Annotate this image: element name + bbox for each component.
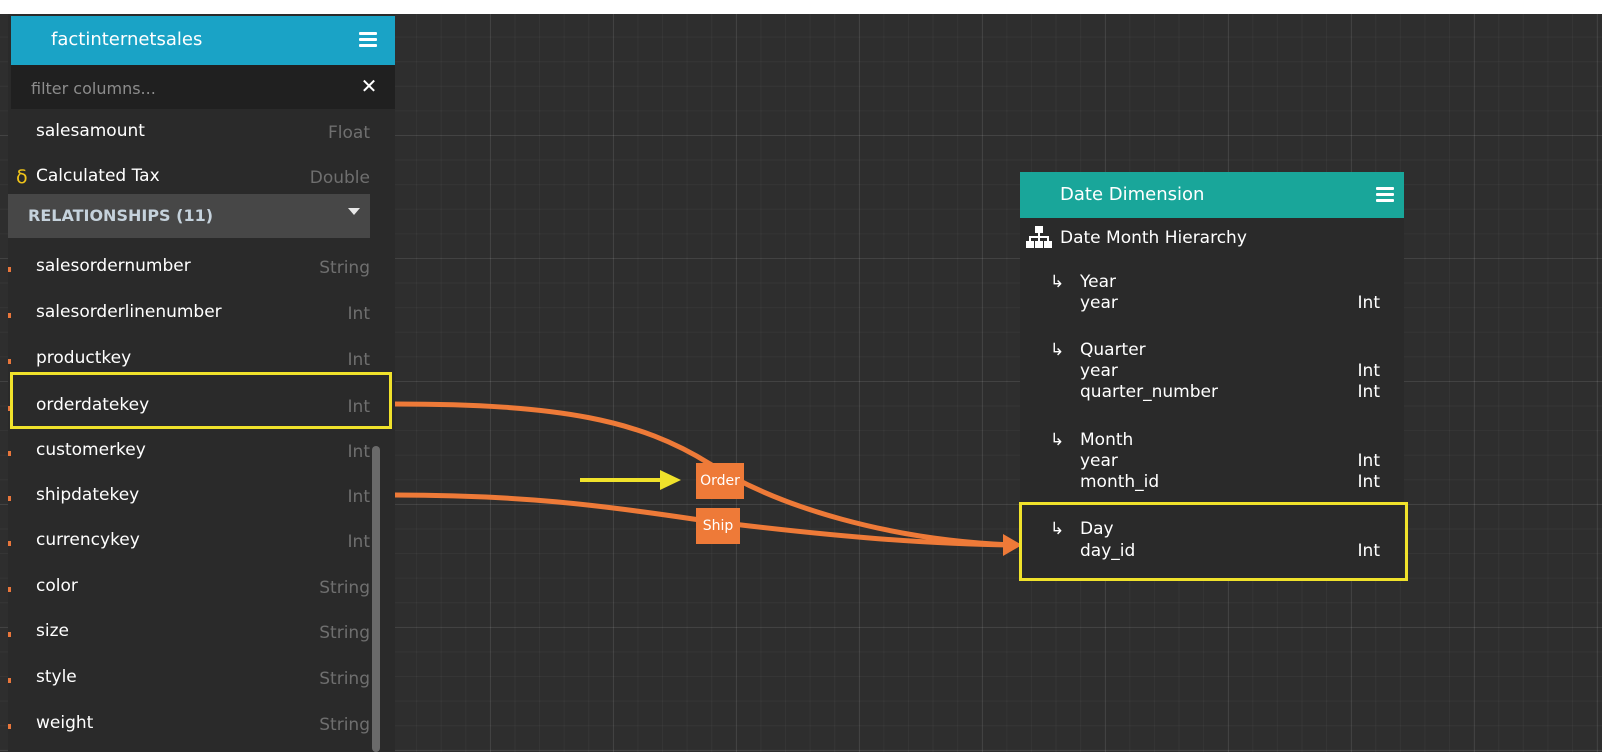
- attribute-name: year: [1080, 293, 1118, 313]
- relationship-type: String: [319, 669, 370, 689]
- column-type: Float: [328, 123, 370, 143]
- relationship-type: String: [319, 258, 370, 278]
- column-row[interactable]: salesamount Float: [8, 111, 370, 155]
- date-dimension-header[interactable]: Date Dimension: [1020, 172, 1404, 218]
- link-port[interactable]: [8, 724, 11, 729]
- ship-link-label[interactable]: Ship: [696, 508, 740, 544]
- relationship-type: String: [319, 578, 370, 598]
- hamburger-menu-icon[interactable]: [359, 32, 377, 48]
- filter-bar: ✕: [11, 65, 395, 109]
- hierarchy-icon: [1026, 226, 1052, 248]
- close-icon[interactable]: ✕: [357, 73, 381, 99]
- relationship-row[interactable]: color String: [8, 566, 370, 610]
- attribute-name: quarter_number: [1080, 382, 1218, 402]
- link-port[interactable]: [8, 267, 11, 272]
- relationship-row[interactable]: productkey Int: [8, 338, 370, 382]
- attribute-name: month_id: [1080, 472, 1160, 492]
- link-port[interactable]: [8, 632, 11, 637]
- relationship-type: String: [319, 623, 370, 643]
- relationship-type: Int: [347, 397, 370, 417]
- relationship-row[interactable]: currencykey Int: [8, 520, 370, 564]
- date-dimension-panel: Date Dimension Date Month Hierarchy ↳ Ye…: [1020, 172, 1404, 580]
- filter-columns-input[interactable]: [29, 73, 343, 103]
- relationship-name: salesorderlinenumber: [36, 302, 222, 322]
- relationship-row-shipdatekey[interactable]: shipdatekey Int: [8, 475, 370, 519]
- hierarchy-name: Date Month Hierarchy: [1060, 228, 1247, 248]
- link-port[interactable]: [8, 359, 11, 364]
- relationship-row[interactable]: customerkey Int: [8, 430, 370, 474]
- hierarchy-row[interactable]: Date Month Hierarchy: [1020, 222, 1404, 256]
- relationship-name: orderdatekey: [36, 395, 150, 415]
- date-dimension-title: Date Dimension: [1060, 184, 1205, 205]
- relationship-name: style: [36, 667, 77, 687]
- level-name-year[interactable]: Year: [1080, 272, 1116, 292]
- hamburger-menu-icon[interactable]: [1376, 187, 1394, 203]
- attribute-type: Int: [1357, 361, 1380, 381]
- relationship-name: currencykey: [36, 530, 140, 550]
- fact-table-header[interactable]: factinternetsales: [11, 16, 395, 65]
- attribute-name: year: [1080, 451, 1118, 471]
- relationship-row[interactable]: salesordernumber String: [8, 246, 370, 290]
- attribute-type: Int: [1357, 472, 1380, 492]
- attribute-name: year: [1080, 361, 1118, 381]
- level-arrow-icon: ↳: [1050, 272, 1065, 292]
- relationships-header[interactable]: RELATIONSHIPS (11): [8, 194, 370, 238]
- level-name-day[interactable]: Day: [1080, 519, 1114, 539]
- link-port[interactable]: [8, 587, 11, 592]
- attribute-type: Int: [1357, 382, 1380, 402]
- attribute-type: Int: [1357, 293, 1380, 313]
- column-type: Double: [309, 168, 370, 188]
- link-port[interactable]: [8, 496, 11, 501]
- relationship-name: shipdatekey: [36, 485, 140, 505]
- relationship-type: Int: [347, 442, 370, 462]
- relationship-name: size: [36, 621, 69, 641]
- relationship-type: Int: [347, 487, 370, 507]
- attribute-name: day_id: [1080, 541, 1136, 561]
- column-name: salesamount: [36, 121, 145, 141]
- relationship-name: color: [36, 576, 78, 596]
- relationship-row[interactable]: size String: [8, 611, 370, 655]
- fact-table-title: factinternetsales: [51, 29, 203, 50]
- relationship-type: Int: [347, 532, 370, 552]
- scrollbar[interactable]: [372, 446, 380, 752]
- link-port[interactable]: [8, 406, 11, 411]
- relationship-name: salesordernumber: [36, 256, 191, 276]
- relationship-name: customerkey: [36, 440, 146, 460]
- relationship-row-orderdatekey[interactable]: orderdatekey Int: [8, 385, 370, 429]
- level-arrow-icon: ↳: [1050, 519, 1065, 539]
- level-arrow-icon: ↳: [1050, 340, 1065, 360]
- link-port[interactable]: [8, 541, 11, 546]
- relationship-type: String: [319, 715, 370, 735]
- attribute-type: Int: [1357, 541, 1380, 561]
- level-name-quarter[interactable]: Quarter: [1080, 340, 1146, 360]
- relationship-row[interactable]: style String: [8, 657, 370, 701]
- relationship-type: Int: [347, 350, 370, 370]
- relationship-row[interactable]: salesorderlinenumber Int: [8, 292, 370, 336]
- relationship-name: weight: [36, 713, 94, 733]
- relationship-name: productkey: [36, 348, 132, 368]
- relationship-type: Int: [347, 304, 370, 324]
- level-arrow-icon: ↳: [1050, 430, 1065, 450]
- relationship-row[interactable]: weight String: [8, 703, 370, 747]
- level-name-month[interactable]: Month: [1080, 430, 1133, 450]
- link-port[interactable]: [8, 678, 11, 683]
- link-port[interactable]: [8, 451, 11, 456]
- caret-down-icon[interactable]: [348, 208, 360, 215]
- calculated-column-icon: δ: [16, 166, 28, 188]
- link-port[interactable]: [8, 313, 11, 318]
- order-link-label[interactable]: Order: [696, 463, 744, 499]
- attribute-type: Int: [1357, 451, 1380, 471]
- relationships-title: RELATIONSHIPS (11): [28, 206, 214, 225]
- fact-table-panel: factinternetsales ✕ salesamount Float δ …: [8, 14, 395, 752]
- column-name: Calculated Tax: [36, 166, 160, 186]
